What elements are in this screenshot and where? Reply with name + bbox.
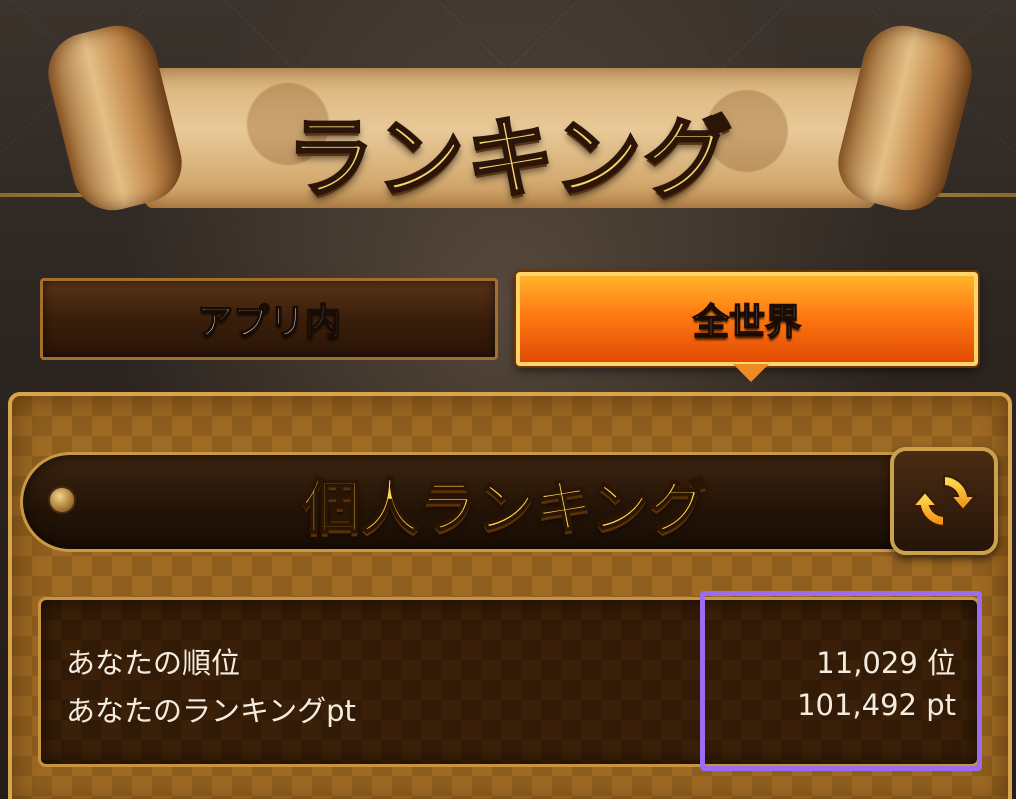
refresh-icon bbox=[910, 474, 978, 528]
tab-in-app-label: アプリ内 bbox=[196, 301, 342, 344]
points-value: 101,492 pt bbox=[797, 688, 956, 722]
rank-value: 11,029 位 bbox=[816, 646, 956, 680]
tab-worldwide-label: 全世界 bbox=[692, 301, 802, 344]
active-tab-pointer-icon bbox=[733, 364, 769, 382]
title-scroll-banner: ランキング bbox=[39, 17, 981, 219]
points-label: あなたのランキングpt bbox=[66, 694, 356, 728]
tab-in-app[interactable]: アプリ内 bbox=[40, 278, 498, 360]
rank-label: あなたの順位 bbox=[66, 646, 241, 680]
page-title: ランキング bbox=[285, 106, 734, 212]
my-ranking-box bbox=[38, 597, 980, 767]
section-title: 個人ランキング bbox=[302, 472, 708, 542]
tab-worldwide[interactable]: 全世界 bbox=[516, 272, 978, 366]
points-row: あなたのランキングpt 101,492 pt bbox=[66, 688, 956, 730]
rank-row: あなたの順位 11,029 位 bbox=[66, 640, 956, 682]
rivet-icon bbox=[48, 486, 76, 514]
refresh-button[interactable] bbox=[890, 447, 998, 555]
